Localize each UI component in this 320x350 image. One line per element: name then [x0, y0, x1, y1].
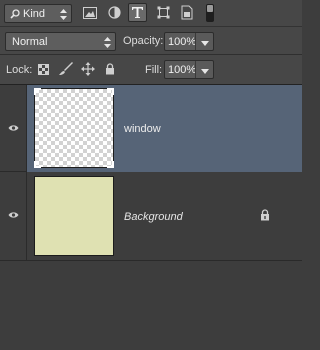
thumbnail-corner — [34, 161, 41, 168]
opacity-field[interactable]: 100% — [164, 32, 214, 51]
lock-icon — [261, 209, 269, 221]
eye-icon[interactable] — [8, 124, 19, 132]
lock-transparent-pixels-icon[interactable] — [38, 64, 49, 75]
opacity-value: 100% — [168, 35, 197, 48]
type-filter-icon[interactable] — [128, 3, 147, 22]
fill-label: Fill: — [145, 64, 163, 76]
layer-row[interactable]: window — [0, 85, 302, 172]
visibility-toggle[interactable] — [0, 85, 27, 171]
layer-name[interactable]: window — [124, 123, 161, 135]
filter-kind-dropdown[interactable]: Kind — [4, 4, 72, 23]
filter-toggle-icon[interactable] — [206, 4, 214, 22]
chevron-updown-icon — [104, 37, 111, 48]
adjustment-filter-icon[interactable] — [108, 6, 121, 19]
eye-icon[interactable] — [8, 211, 19, 219]
smart-object-filter-icon[interactable] — [181, 5, 193, 20]
lock-position-icon[interactable] — [81, 62, 95, 76]
layer-name[interactable]: Background — [124, 211, 183, 223]
shape-filter-icon[interactable] — [157, 6, 170, 19]
layer-filter-bar: Kind — [0, 0, 302, 27]
lock-label: Lock: — [6, 64, 33, 76]
search-icon — [10, 9, 20, 19]
chevron-down-icon[interactable] — [195, 33, 213, 50]
image-filter-icon[interactable] — [83, 7, 97, 19]
blend-mode-dropdown[interactable]: Normal — [5, 32, 116, 51]
visibility-toggle[interactable] — [0, 172, 27, 260]
layer-row[interactable]: Background — [0, 172, 302, 261]
chevron-updown-icon — [60, 9, 67, 20]
fill-field[interactable]: 100% — [164, 60, 214, 79]
thumbnail-corner — [107, 88, 114, 95]
layer-thumbnail — [34, 88, 114, 168]
layer-thumbnail — [34, 176, 114, 256]
blend-mode-value: Normal — [12, 35, 48, 48]
layers-empty-area — [0, 262, 302, 350]
lock-image-pixels-icon[interactable] — [58, 62, 74, 76]
chevron-down-icon[interactable] — [195, 61, 213, 78]
opacity-label: Opacity: — [123, 35, 164, 47]
lock-bar: Lock: Fill: 100% — [0, 55, 302, 85]
lock-all-icon[interactable] — [105, 63, 115, 75]
thumbnail-corner — [34, 88, 41, 95]
fill-value: 100% — [168, 63, 197, 76]
blend-bar: Normal Opacity: 100% — [0, 27, 302, 55]
filter-kind-label: Kind — [23, 7, 46, 20]
thumbnail-corner — [107, 161, 114, 168]
